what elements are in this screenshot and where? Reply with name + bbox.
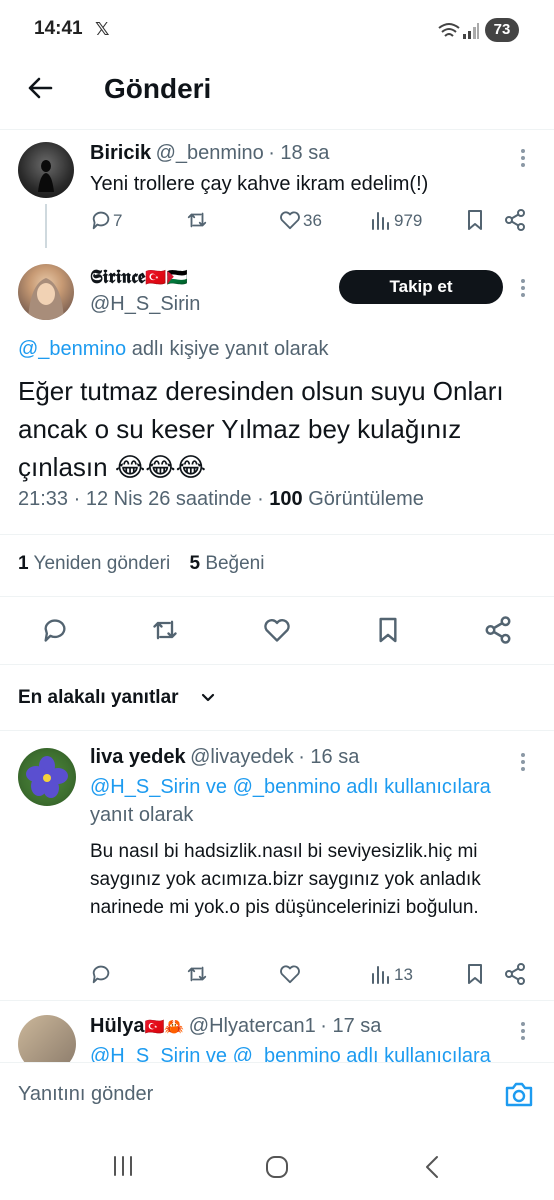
reply-avatar[interactable] xyxy=(18,1015,76,1062)
parent-post-handle[interactable]: @_benmino xyxy=(156,142,264,164)
signal-icon xyxy=(463,23,479,39)
reply-to-handle[interactable]: @_benmino xyxy=(18,338,126,360)
main-post-engagement: 1 Yeniden gönderi 5 Beğeni xyxy=(18,553,264,575)
thread-line xyxy=(45,204,47,248)
divider xyxy=(0,730,554,731)
main-post-text: Eğer tutmaz deresinden olsun suyu Onları… xyxy=(18,376,504,482)
reply-more-icon[interactable] xyxy=(520,752,526,772)
main-bookmark-icon[interactable] xyxy=(377,616,399,644)
main-post-views-label: Görüntüleme xyxy=(308,488,424,510)
reply-handle[interactable]: @livayedek xyxy=(190,746,294,768)
divider xyxy=(0,596,554,597)
main-share-icon[interactable] xyxy=(483,615,513,645)
views-icon[interactable] xyxy=(370,210,392,230)
like-icon[interactable] xyxy=(279,210,301,230)
main-post-reply-context: @_benmino adlı kişiye yanıt olarak xyxy=(18,338,328,361)
reply-to-suffix: yanıt olarak xyxy=(90,804,194,826)
parent-post-header: Biricik @_benmino · 18 sa xyxy=(90,142,329,165)
page-title: Gönderi xyxy=(104,73,212,104)
main-post-date: · 12 Nis 26 saatinde · xyxy=(73,488,264,510)
parent-post-text: Yeni trollere çay kahve ikram edelim(!) xyxy=(90,173,429,195)
reply-to-users-link[interactable]: @H_S_Sirin ve @_benmino adlı kullanıcıla… xyxy=(90,776,491,799)
parent-post-reply-count: 7 xyxy=(113,211,123,230)
share-icon[interactable] xyxy=(503,208,527,232)
reply-to-users-link[interactable]: @H_S_Sirin ve @_benmino adlı kullanıcıla… xyxy=(90,1045,491,1062)
main-post-author-name[interactable]: 𝕾𝖎𝖗𝖎𝖓𝖈𝖊 xyxy=(90,266,145,288)
main-like-icon[interactable] xyxy=(263,617,291,643)
reply-icon[interactable] xyxy=(90,209,112,231)
parent-post-author-name[interactable]: Biricik xyxy=(90,142,151,164)
recent-apps-icon[interactable] xyxy=(111,1155,135,1177)
status-time: 14:41 xyxy=(34,18,83,39)
reply-like-icon[interactable] xyxy=(279,964,301,984)
reply-views-icon[interactable] xyxy=(370,964,392,984)
reply-item[interactable]: Hülya🇹🇷🦀 @Hlyatercan1 · 17 sa @H_S_Sirin… xyxy=(0,1001,554,1062)
divider xyxy=(0,664,554,665)
reposts-label: Yeniden gönderi xyxy=(33,553,171,574)
replies-sort-label: En alakalı yanıtlar xyxy=(18,687,179,708)
main-post-avatar[interactable] xyxy=(18,264,74,320)
parent-post-more-icon[interactable] xyxy=(520,148,530,168)
reposts-stat[interactable]: 1 Yeniden gönderi xyxy=(18,553,170,574)
divider xyxy=(0,534,554,535)
reply-repost-icon[interactable] xyxy=(185,963,209,985)
parent-post-time: · 18 sa xyxy=(268,142,330,164)
reply-name-flags: 🇹🇷🦀 xyxy=(144,1019,185,1036)
home-icon[interactable] xyxy=(264,1154,290,1180)
reposts-count: 1 xyxy=(18,553,29,574)
parent-post-avatar[interactable] xyxy=(18,142,74,198)
main-post-meta: 21:33 · 12 Nis 26 saatinde · 100 Görüntü… xyxy=(18,488,424,511)
main-post-views-count: 100 xyxy=(269,488,303,510)
follow-button[interactable]: Takip et xyxy=(339,270,503,304)
main-post-time: 21:33 xyxy=(18,488,69,510)
bookmark-icon[interactable] xyxy=(466,209,484,231)
likes-count: 5 xyxy=(189,553,201,574)
back-nav-icon[interactable] xyxy=(422,1154,442,1180)
reply-reply-icon[interactable] xyxy=(90,963,112,985)
reply-view-count: 13 xyxy=(394,965,413,984)
main-repost-icon[interactable] xyxy=(150,616,180,644)
main-post-name-row: 𝕾𝖎𝖗𝖎𝖓𝖈𝖊🇹🇷🇵🇸 xyxy=(90,266,188,288)
reply-share-icon[interactable] xyxy=(503,962,527,986)
reply-header: Hülya🇹🇷🦀 @Hlyatercan1 · 17 sa xyxy=(90,1015,381,1038)
reply-time: · 16 sa xyxy=(298,746,360,768)
parent-post-view-count: 979 xyxy=(394,211,423,230)
main-post-name-flags: 🇹🇷🇵🇸 xyxy=(145,268,188,287)
battery-indicator: 73 xyxy=(485,18,519,42)
parent-post-like-count: 36 xyxy=(303,211,322,230)
reply-text: Bu nasıl bi hadsizlik.nasıl bi seviyesiz… xyxy=(90,841,481,918)
camera-icon[interactable] xyxy=(504,1080,534,1108)
reply-handle[interactable]: @Hlyatercan1 xyxy=(189,1015,316,1037)
back-arrow-icon[interactable] xyxy=(26,74,54,102)
main-post-more-icon[interactable] xyxy=(520,278,526,298)
reply-more-icon[interactable] xyxy=(520,1021,526,1041)
likes-label: Beğeni xyxy=(205,553,265,574)
wifi-icon xyxy=(438,23,460,37)
replies-sort-dropdown[interactable]: En alakalı yanıtlar xyxy=(18,687,179,709)
reply-header: liva yedek @livayedek · 16 sa xyxy=(90,746,359,769)
reply-bookmark-icon[interactable] xyxy=(466,963,484,985)
repost-icon[interactable] xyxy=(185,209,209,231)
header-divider xyxy=(0,129,554,130)
main-reply-icon[interactable] xyxy=(41,616,69,644)
reply-author-name[interactable]: liva yedek xyxy=(90,746,186,768)
reply-time: · 17 sa xyxy=(320,1015,382,1037)
reply-author-name[interactable]: Hülya xyxy=(90,1015,144,1037)
main-post-handle[interactable]: @H_S_Sirin xyxy=(90,293,200,316)
reply-avatar[interactable] xyxy=(18,748,76,806)
reply-to-suffix: adlı kişiye yanıt olarak xyxy=(126,338,329,360)
chevron-down-icon[interactable] xyxy=(200,690,216,706)
x-app-icon: 𝕏 xyxy=(95,19,110,39)
likes-stat[interactable]: 5 Beğeni xyxy=(189,553,264,574)
reply-input[interactable]: Yanıtını gönder xyxy=(18,1083,153,1106)
